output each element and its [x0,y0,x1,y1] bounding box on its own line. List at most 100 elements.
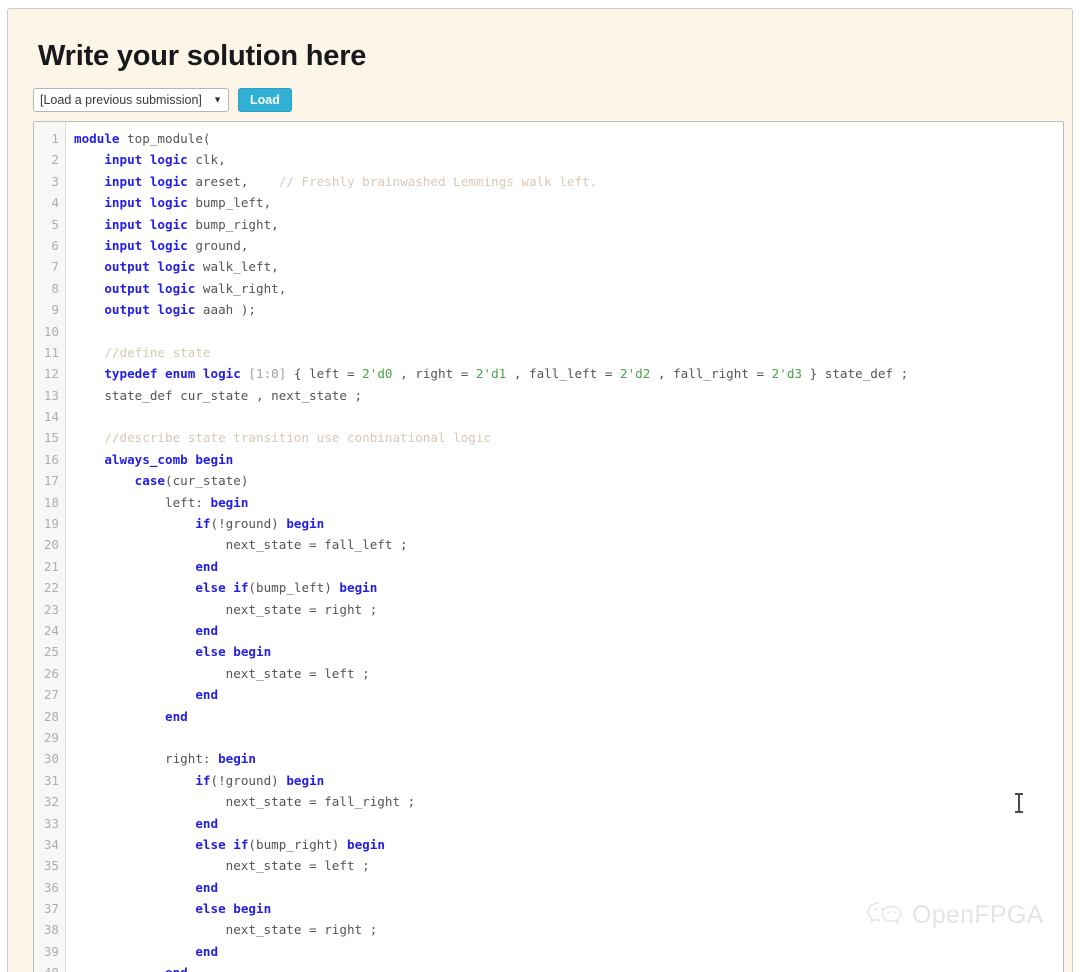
code-token: begin [286,516,325,532]
code-token: } state_def ; [802,366,909,382]
code-line: always_comb begin [74,449,1063,470]
code-token: end [195,687,219,703]
code-token: begin [210,494,249,510]
code-text-area[interactable]: module top_module( input logic clk, inpu… [66,122,1063,972]
line-number: 27 [43,687,59,703]
code-line: if(!ground) begin [74,513,1063,534]
code-token: next_state = left ; [74,858,370,874]
code-line: next_state = left ; [74,855,1063,876]
code-token: //describe state transition use conbinat… [104,430,492,446]
code-editor[interactable]: 1 2 3 4 5 6 7 8 9 10 11 12 13 14 15 16 17 18 19 20 21 22 23 24 2… [33,121,1064,972]
code-token: input logic [104,152,188,168]
line-number: 40 [34,962,59,972]
code-token: 2'd2 [619,366,651,382]
line-number: 6 [51,237,59,253]
code-line: output logic aaah ); [74,299,1063,320]
code-line: end [74,684,1063,705]
code-line: input logic clk, [74,149,1063,170]
code-line: input logic areset, // Freshly brainwash… [74,171,1063,192]
code-token: else if [195,580,249,596]
code-token: , fall_left = [506,366,620,382]
line-number: 23 [43,601,59,617]
code-token: right: [74,751,219,767]
line-number: 11 [43,344,59,360]
code-line: state_def cur_state , next_state ; [74,385,1063,406]
line-number: 20 [43,537,59,553]
code-token: output logic [104,280,196,296]
line-number: 32 [43,794,59,810]
code-token: next_state = fall_left ; [74,537,408,553]
code-token: end [165,708,188,724]
code-line: else if(bump_left) begin [74,577,1063,598]
code-token: { left = [286,366,363,382]
line-number: 14 [43,409,59,425]
code-line: case(cur_state) [74,470,1063,491]
code-token: 2'd3 [771,366,802,382]
code-line: end [74,941,1063,962]
code-line: input logic bump_right, [74,214,1063,235]
line-number: 30 [43,751,59,767]
page-root: Write your solution here [Load a previou… [0,0,1080,972]
code-line: end [74,556,1063,577]
code-token: top_module( [119,131,211,146]
code-token: bump_right, [187,216,279,232]
code-token: walk_right, [195,280,287,296]
code-line: next_state = right ; [74,919,1063,940]
previous-submission-select[interactable]: [Load a previous submission] [33,88,229,112]
code-token: bump_left, [187,195,272,211]
solution-panel: Write your solution here [Load a previou… [7,8,1073,972]
code-line: else begin [74,641,1063,662]
code-token: output logic [104,302,196,318]
code-token: begin [286,772,325,788]
editor-toolbar: [Load a previous submission] ▼ Load [33,87,1056,113]
code-token: , right = [392,366,476,382]
code-token: end [195,622,219,638]
code-line: end [74,877,1063,898]
line-number: 37 [43,901,59,917]
code-token: walk_left, [195,259,279,275]
code-line: if(!ground) begin [74,770,1063,791]
line-number: 17 [43,473,59,489]
code-token: begin [218,751,256,767]
line-number: 39 [43,943,59,959]
code-line: output logic walk_right, [74,278,1063,299]
code-token: begin [339,580,378,596]
code-token: if [195,516,211,532]
line-number: 25 [43,644,59,660]
code-line: end [74,706,1063,727]
line-number: 26 [43,665,59,681]
code-token: end [165,965,188,972]
code-token: always_comb begin [104,451,234,467]
line-number: 19 [43,516,59,532]
code-token: , fall_right = [650,366,772,382]
code-token: module [74,131,120,146]
line-number: 28 [43,708,59,724]
line-number: 31 [43,772,59,788]
code-token: end [195,943,219,959]
line-number: 36 [43,879,59,895]
line-number: 2 [51,152,59,168]
code-line: //describe state transition use conbinat… [74,427,1063,448]
code-token: (cur_state) [165,473,249,489]
previous-submission-select-wrapper[interactable]: [Load a previous submission] ▼ [33,88,229,112]
code-line: typedef enum logic [1:0] { left = 2'd0 ,… [74,363,1063,384]
line-number: 12 [43,366,59,382]
code-token: (bump_left) [248,580,340,596]
code-line: output logic walk_left, [74,256,1063,277]
load-button[interactable]: Load [238,88,292,112]
